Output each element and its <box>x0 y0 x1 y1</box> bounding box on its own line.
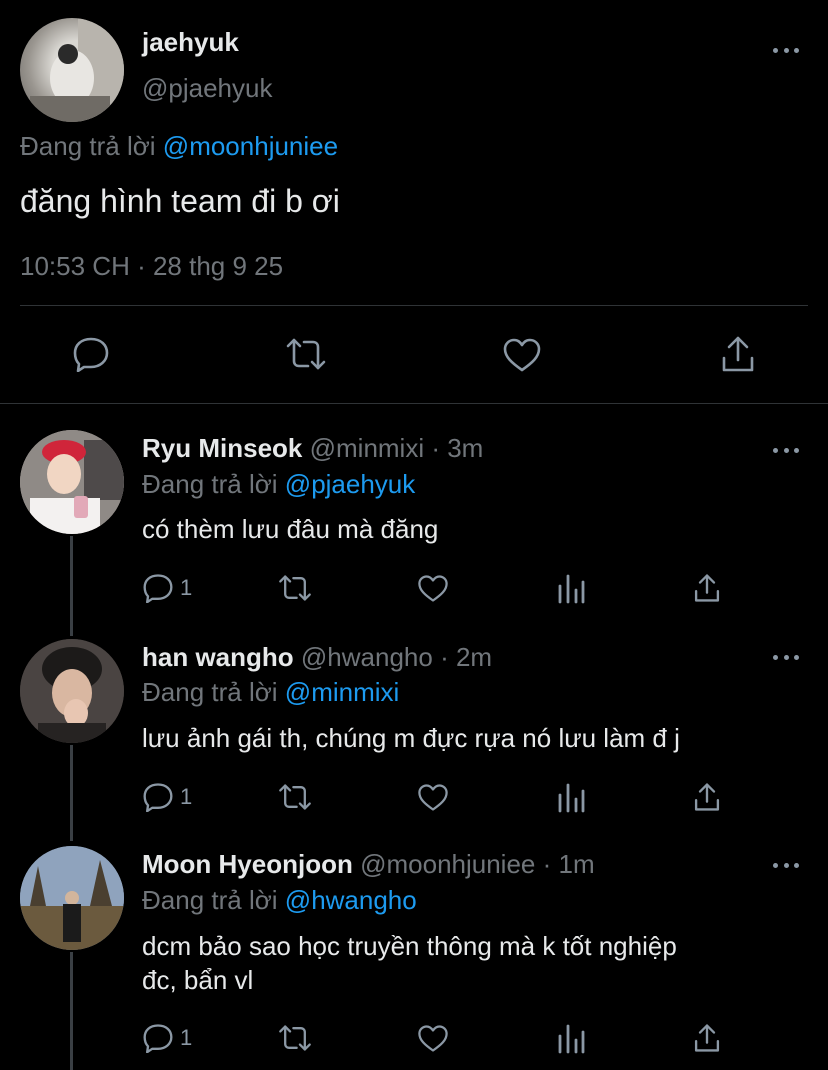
tweet-text: đăng hình team đi b ơi <box>20 183 340 219</box>
author-name[interactable]: han wangho <box>142 642 294 672</box>
reply-text-line: dcm bảo sao học truyền thông mà k tốt ng… <box>142 931 677 961</box>
like-icon[interactable] <box>417 574 449 603</box>
reply-to-link[interactable]: @minmixi <box>285 677 400 707</box>
author-name[interactable]: Ryu Minseok <box>142 433 302 463</box>
comment-icon[interactable] <box>142 782 174 812</box>
more-icon[interactable] <box>773 861 799 869</box>
author-handle[interactable]: @moonhjuniee <box>360 849 535 879</box>
avatar-photo <box>20 430 124 534</box>
reply-count: 1 <box>180 1025 193 1050</box>
reply-header: Ryu Minseok @minmixi · 3m <box>142 433 483 464</box>
like-icon[interactable] <box>502 337 542 373</box>
author-name[interactable]: Moon Hyeonjoon <box>142 849 353 879</box>
avatar[interactable] <box>20 430 124 534</box>
avatar-photo <box>20 639 124 743</box>
more-icon[interactable] <box>773 653 799 661</box>
retweet-icon[interactable] <box>277 1024 313 1052</box>
more-icon[interactable] <box>773 46 799 54</box>
reply-count: 1 <box>180 784 193 809</box>
share-icon[interactable] <box>693 781 721 813</box>
like-icon[interactable] <box>417 783 449 812</box>
thread-line <box>70 952 73 1070</box>
share-icon[interactable] <box>693 572 721 604</box>
reply-time[interactable]: · 3m <box>431 433 483 463</box>
retweet-icon[interactable] <box>284 337 328 371</box>
reply-time[interactable]: · 1m <box>543 849 595 879</box>
reply-to-link[interactable]: @hwangho <box>285 885 417 915</box>
reply-header: han wangho @hwangho · 2m <box>142 642 492 673</box>
reply-count: 1 <box>180 575 193 600</box>
tweet-timestamp[interactable]: 10:53 CH · 28 thg 9 25 <box>20 251 283 282</box>
reply-prefix: Đang trả lời <box>20 131 156 161</box>
author-name[interactable]: jaehyuk <box>142 27 239 58</box>
reply-header: Moon Hyeonjoon @moonhjuniee · 1m <box>142 849 595 880</box>
reply-text: lưu ảnh gái th, chúng m đực rựa nó lưu l… <box>142 723 680 753</box>
avatar[interactable] <box>20 639 124 743</box>
avatar[interactable] <box>20 846 124 950</box>
reply-to-link[interactable]: @moonhjuniee <box>163 131 338 161</box>
comment-icon[interactable] <box>142 573 174 603</box>
comment-icon[interactable] <box>72 336 110 372</box>
views-icon[interactable] <box>557 1024 585 1054</box>
reply-context: Đang trả lời @moonhjuniee <box>20 131 338 162</box>
like-icon[interactable] <box>417 1024 449 1053</box>
retweet-icon[interactable] <box>277 574 313 602</box>
divider <box>20 305 808 306</box>
views-icon[interactable] <box>557 783 585 813</box>
avatar-photo <box>30 18 124 122</box>
author-handle[interactable]: @hwangho <box>301 642 433 672</box>
avatar-photo <box>20 846 124 950</box>
share-icon[interactable] <box>693 1022 721 1054</box>
reply-prefix: Đang trả lời <box>142 469 278 499</box>
reply-context: Đang trả lời @hwangho <box>142 885 417 916</box>
reply-context: Đang trả lời @minmixi <box>142 677 399 708</box>
reply-text-line: đc, bẩn vl <box>142 965 254 995</box>
author-handle[interactable]: @minmixi <box>310 433 425 463</box>
views-icon[interactable] <box>557 574 585 604</box>
reply-prefix: Đang trả lời <box>142 885 278 915</box>
reply-prefix: Đang trả lời <box>142 677 278 707</box>
thread-line <box>70 536 73 636</box>
reply-time[interactable]: · 2m <box>440 642 492 672</box>
comment-icon[interactable] <box>142 1023 174 1053</box>
avatar[interactable] <box>20 18 124 122</box>
divider <box>0 403 828 404</box>
reply-to-link[interactable]: @pjaehyuk <box>285 469 415 499</box>
thread-line <box>70 745 73 841</box>
reply-context: Đang trả lời @pjaehyuk <box>142 469 415 500</box>
author-handle[interactable]: @pjaehyuk <box>142 73 272 104</box>
more-icon[interactable] <box>773 446 799 454</box>
reply-text: có thèm lưu đâu mà đăng <box>142 514 439 544</box>
retweet-icon[interactable] <box>277 783 313 811</box>
share-icon[interactable] <box>720 334 756 374</box>
